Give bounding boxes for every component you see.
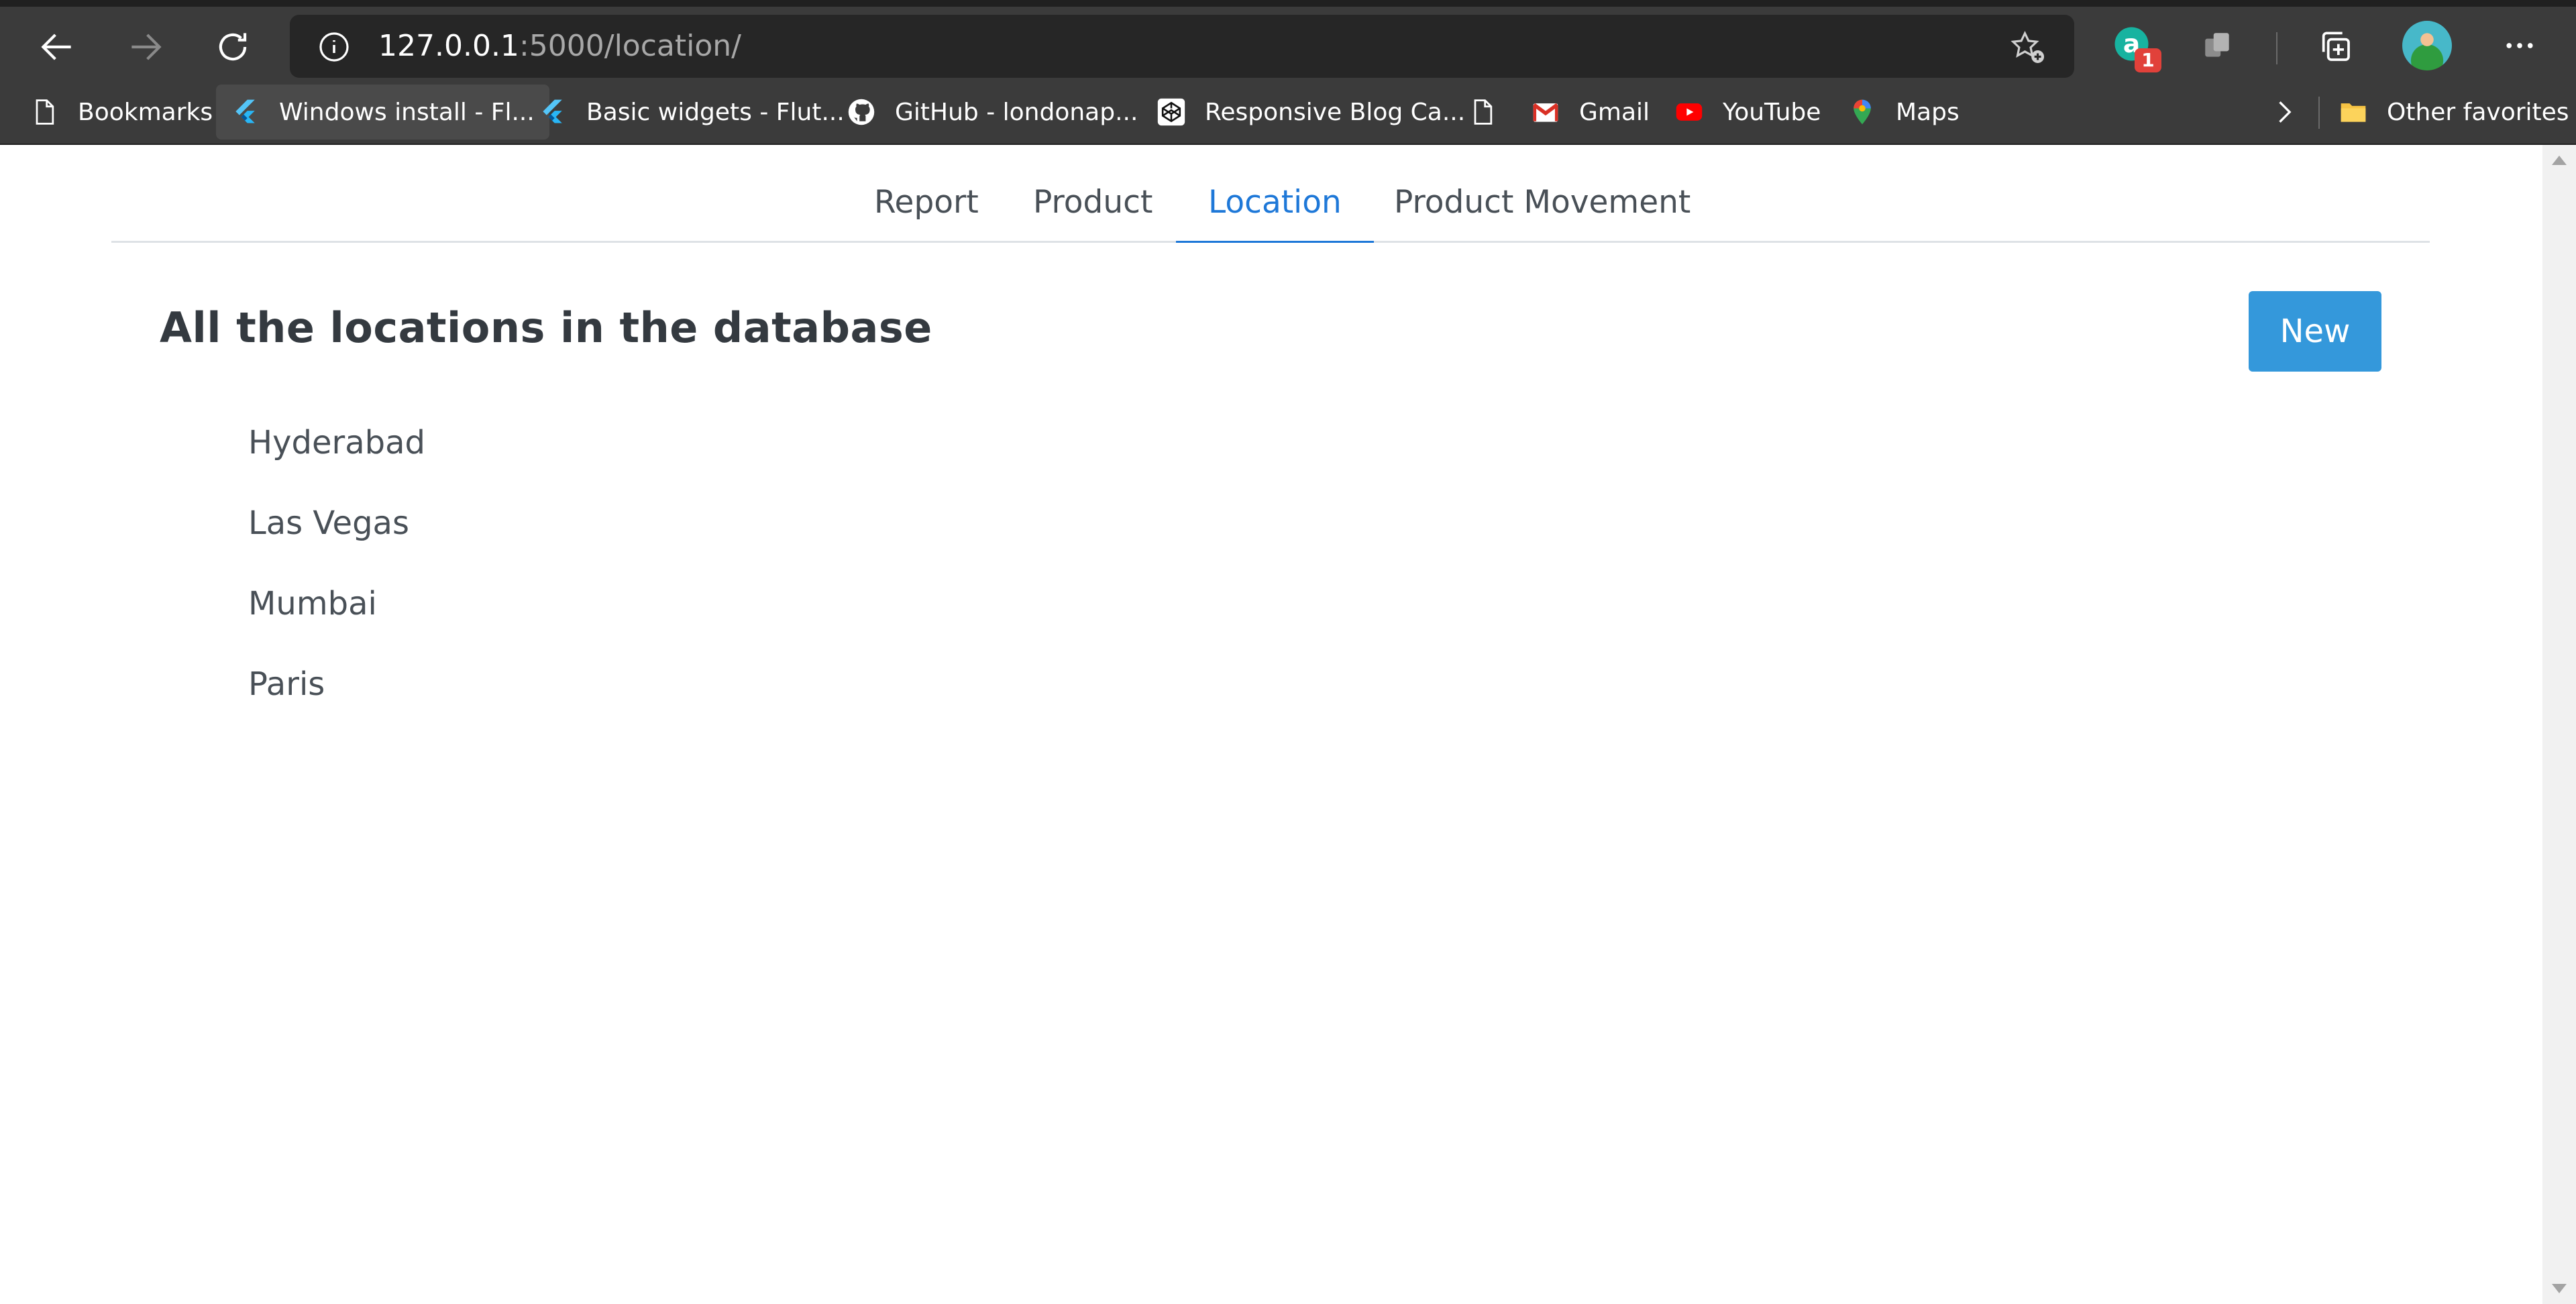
bookmark-windows-install[interactable]: Windows install - Fl... xyxy=(216,85,549,140)
forward-arrow-icon xyxy=(131,34,162,60)
youtube-icon xyxy=(1674,97,1704,127)
bookmark-bookmarks[interactable]: Bookmarks xyxy=(30,80,213,144)
bookmark-gmail[interactable]: Gmail xyxy=(1531,80,1650,144)
bookmark-youtube[interactable]: YouTube xyxy=(1674,80,1821,144)
scroll-down-arrow-icon[interactable] xyxy=(2552,1284,2567,1293)
url-host: 127.0.0.1 xyxy=(378,29,519,63)
back-button[interactable] xyxy=(20,13,94,80)
github-icon xyxy=(847,97,876,127)
extension-button[interactable]: a 1 xyxy=(2106,19,2161,72)
bookmark-responsive-blog[interactable]: Responsive Blog Ca... xyxy=(1157,80,1465,144)
tab-report[interactable]: Report xyxy=(842,161,1011,241)
bookmark-github[interactable]: GitHub - londonap... xyxy=(847,80,1138,144)
chevron-right-icon xyxy=(2279,101,2292,123)
back-arrow-icon xyxy=(41,34,71,60)
vertical-scrollbar[interactable] xyxy=(2542,145,2576,1304)
bookmarks-overflow-button[interactable] xyxy=(2269,80,2298,144)
more-dots-icon xyxy=(2506,43,2533,48)
tab-product[interactable]: Product xyxy=(1001,161,1185,241)
new-location-button[interactable]: New xyxy=(2249,291,2381,372)
list-item: Mumbai xyxy=(248,585,377,622)
address-bar[interactable]: 127.0.0.1:5000/location/ xyxy=(290,15,2074,78)
bookmark-label: YouTube xyxy=(1723,98,1821,126)
refresh-button[interactable] xyxy=(196,13,270,80)
bookmark-label: Windows install - Fl... xyxy=(279,98,535,126)
forward-button[interactable] xyxy=(109,13,182,80)
bookmark-label: Responsive Blog Ca... xyxy=(1205,98,1466,126)
codepen-icon xyxy=(1157,97,1186,127)
profile-button[interactable] xyxy=(2400,19,2454,72)
avatar xyxy=(2402,21,2452,70)
url-text[interactable]: 127.0.0.1:5000/location/ xyxy=(378,15,741,78)
location-list: Hyderabad Las Vegas Mumbai Paris xyxy=(248,419,425,741)
collections-button[interactable] xyxy=(2308,19,2361,72)
nav-tabs: Report Product Location Product Movement xyxy=(111,161,2430,243)
extension-badge: 1 xyxy=(2135,48,2161,72)
bookmark-label: Bookmarks xyxy=(78,98,213,126)
scroll-up-arrow-icon[interactable] xyxy=(2552,156,2567,165)
browser-toolbar: 127.0.0.1:5000/location/ a 1 xyxy=(0,0,2576,80)
bookmark-basic-widgets[interactable]: Basic widgets - Flut... xyxy=(538,80,845,144)
bookmark-label: Basic widgets - Flut... xyxy=(586,98,845,126)
flutter-icon xyxy=(231,97,260,127)
gmail-icon xyxy=(1531,97,1560,127)
bookmark-label: Gmail xyxy=(1579,98,1650,126)
other-favorites[interactable]: Other favorites xyxy=(2339,80,2569,144)
toolbar-divider xyxy=(2276,32,2277,64)
copy-pages-icon xyxy=(2205,33,2229,57)
site-info-icon[interactable] xyxy=(318,31,350,63)
bookmark-untitled[interactable] xyxy=(1468,80,1516,144)
maps-pin-icon xyxy=(1847,97,1877,127)
tab-location[interactable]: Location xyxy=(1176,161,1374,243)
bookmark-label: Maps xyxy=(1896,98,1960,126)
refresh-icon xyxy=(219,33,247,61)
add-favorite-icon[interactable] xyxy=(2010,30,2046,66)
folder-icon xyxy=(2339,97,2368,127)
bookmarks-bar: Bookmarks Windows install - Fl... Basic … xyxy=(0,80,2576,145)
url-path: :5000/location/ xyxy=(519,29,741,63)
page-icon xyxy=(30,97,59,127)
settings-more-button[interactable] xyxy=(2493,19,2546,72)
extension-button-2[interactable] xyxy=(2191,19,2245,72)
page-title: All the locations in the database xyxy=(160,303,932,352)
list-item: Paris xyxy=(248,665,325,703)
flutter-icon xyxy=(538,97,568,127)
bookmarks-divider xyxy=(2318,97,2320,129)
tab-product-movement[interactable]: Product Movement xyxy=(1362,161,1723,241)
other-favorites-label: Other favorites xyxy=(2387,98,2569,126)
bookmark-maps[interactable]: Maps xyxy=(1847,80,1960,144)
page-icon xyxy=(1468,97,1497,127)
bookmark-label: GitHub - londonap... xyxy=(895,98,1138,126)
collections-icon xyxy=(2322,32,2350,61)
list-item: Las Vegas xyxy=(248,504,409,542)
list-item: Hyderabad xyxy=(248,424,425,461)
